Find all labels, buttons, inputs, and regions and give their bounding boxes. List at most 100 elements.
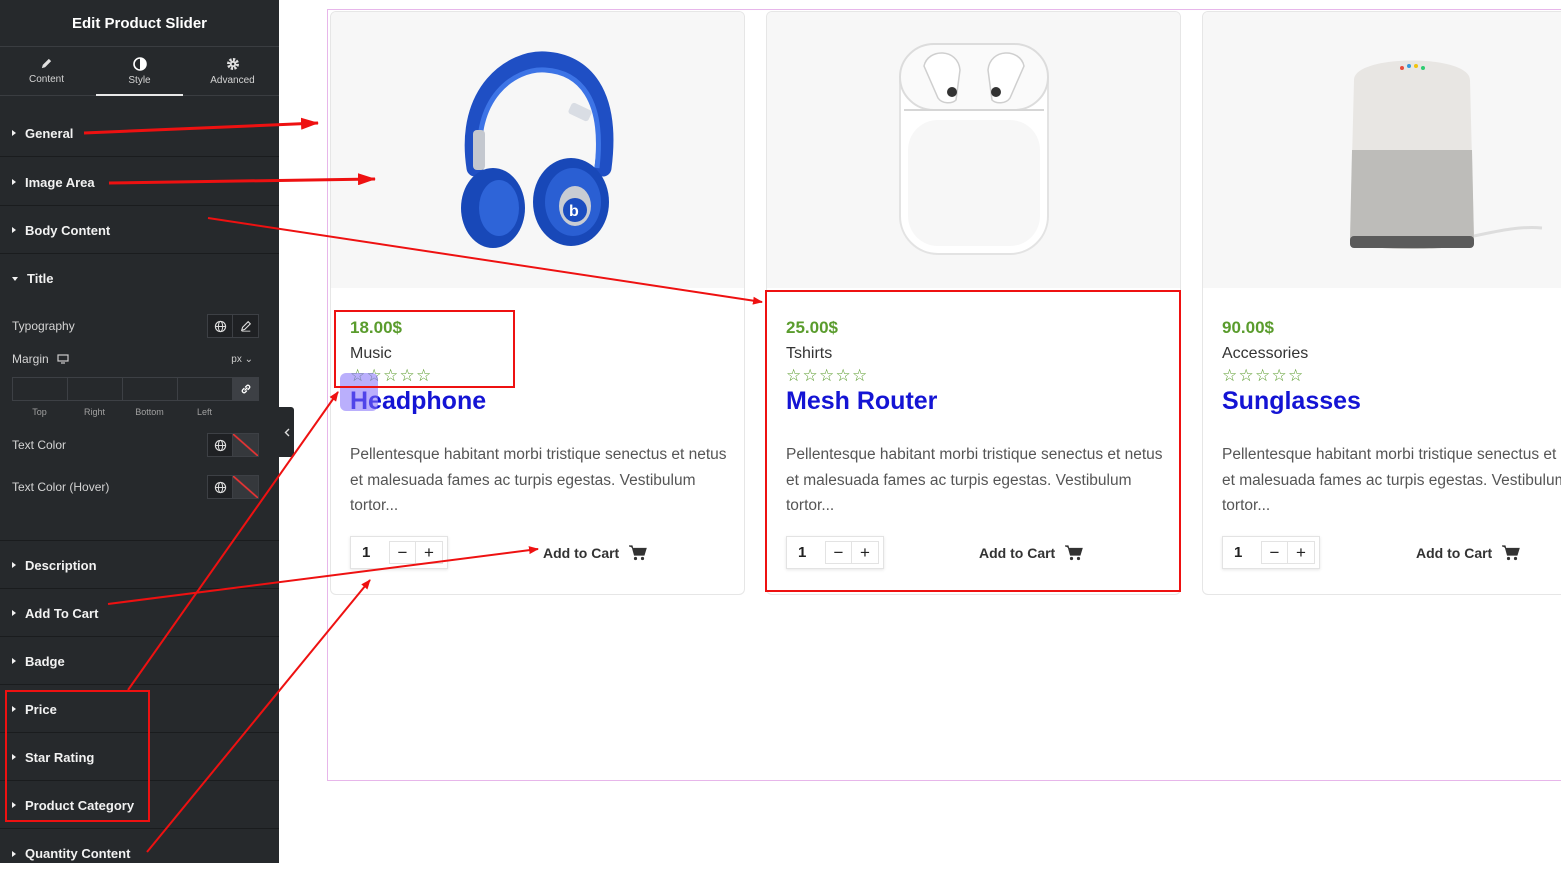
headphone-image: b [460,51,613,248]
globe-icon[interactable] [207,314,233,338]
section-price[interactable]: Price [0,686,279,733]
tab-advanced[interactable]: Advanced [186,47,279,95]
cart-icon [1065,545,1084,561]
cart-icon [1502,545,1521,561]
quantity-value[interactable]: 1 [787,544,825,561]
desktop-icon[interactable] [57,354,69,364]
section-body-content[interactable]: Body Content [0,207,279,254]
caret-right-icon [12,562,16,568]
caret-right-icon [12,227,16,233]
star-icon: ☆ [819,366,835,385]
add-to-cart-button[interactable]: Add to Cart [1416,545,1521,561]
section-description[interactable]: Description [0,542,279,589]
caret-right-icon [12,754,16,760]
caret-right-icon [12,706,16,712]
star-rating: ☆ ☆ ☆ ☆ ☆ [1222,367,1305,384]
product-price: 18.00$ [350,318,402,337]
color-swatch-hover[interactable] [233,475,259,499]
svg-text:b: b [569,203,579,220]
tab-style[interactable]: Style [93,47,186,96]
margin-side-labels: Top Right Bottom Left [12,407,232,417]
product-title[interactable]: Mesh Router [786,387,937,416]
margin-unit-value: px [231,353,242,365]
quantity-value[interactable]: 1 [1223,544,1261,561]
margin-bottom-input[interactable] [122,377,177,401]
section-image-area[interactable]: Image Area [0,159,279,206]
increase-button[interactable]: + [416,541,443,564]
star-icon: ☆ [1238,366,1254,385]
section-label: Image Area [25,174,95,190]
decrease-button[interactable]: − [389,541,416,564]
section-quantity-content[interactable]: Quantity Content [0,830,279,877]
product-description: Pellentesque habitant morbi tristique se… [350,446,727,514]
star-icon: ☆ [399,366,415,385]
add-to-cart-label: Add to Cart [1416,545,1493,561]
caret-right-icon [12,658,16,664]
product-card[interactable]: b 18.00$ Music ☆ ☆ ☆ ☆ ☆ Headphone Pelle… [330,11,745,595]
section-label: Title [27,271,54,286]
section-general[interactable]: General [0,110,279,157]
add-to-cart-button[interactable]: Add to Cart [979,545,1084,561]
section-title[interactable]: Title [0,255,279,302]
section-badge[interactable]: Badge [0,638,279,685]
color-swatch[interactable] [233,433,259,457]
tab-advanced-label: Advanced [210,74,255,86]
margin-right-input[interactable] [67,377,122,401]
quantity-value[interactable]: 1 [351,544,389,561]
section-label: Body Content [25,222,111,238]
product-title[interactable]: Sunglasses [1222,387,1361,416]
product-card[interactable]: 90.00$ Accessories ☆ ☆ ☆ ☆ ☆ Sunglasses … [1202,11,1561,595]
collapse-panel-button[interactable] [279,407,294,457]
star-icon: ☆ [383,366,399,385]
decrease-button[interactable]: − [825,541,852,564]
section-label: Description [25,557,97,573]
product-category[interactable]: Music [350,345,392,363]
contrast-icon [132,56,147,71]
star-icon: ☆ [835,366,851,385]
product-price: 90.00$ [1222,318,1274,337]
gear-icon [226,57,239,70]
decrease-button[interactable]: − [1261,541,1288,564]
margin-bottom-label: Bottom [135,407,164,417]
add-to-cart-button[interactable]: Add to Cart [543,545,648,561]
product-description: Pellentesque habitant morbi tristique se… [786,446,1163,514]
tab-content-label: Content [28,74,65,85]
text-color-control: Text Color [12,433,259,457]
section-add-to-cart[interactable]: Add To Cart [0,590,279,637]
product-category[interactable]: Tshirts [786,345,832,363]
section-label: Add To Cart [25,605,99,621]
product-image[interactable] [1203,12,1561,288]
section-star-rating[interactable]: Star Rating [0,734,279,781]
star-rating: ☆ ☆ ☆ ☆ ☆ [786,367,869,384]
globe-icon[interactable] [207,475,233,499]
typography-control: Typography [12,314,259,338]
increase-button[interactable]: + [1288,541,1315,564]
product-image[interactable]: b [331,12,744,288]
text-color-hover-control: Text Color (Hover) [12,475,259,499]
increase-button[interactable]: + [852,541,879,564]
star-icon: ☆ [852,366,868,385]
section-product-category[interactable]: Product Category [0,782,279,829]
product-price: 25.00$ [786,318,838,337]
drag-handle[interactable] [340,373,378,411]
section-label: Star Rating [25,749,95,765]
tab-style-label: Style [128,74,151,86]
caret-right-icon [12,610,16,616]
product-card[interactable]: 25.00$ Tshirts ☆ ☆ ☆ ☆ ☆ Mesh Router Pel… [766,11,1181,595]
product-image[interactable] [767,12,1180,288]
globe-icon[interactable] [207,433,233,457]
add-to-cart-label: Add to Cart [543,545,620,561]
margin-unit-select[interactable]: px ⌄ [231,354,253,365]
margin-left-label: Left [196,407,212,417]
product-description: Pellentesque habitant morbi tristique se… [1222,446,1561,514]
typography-label: Typography [12,319,75,333]
margin-left-input[interactable] [177,377,232,401]
cart-icon [629,545,648,561]
tab-content[interactable]: Content [0,47,93,95]
margin-control-header: Margin px ⌄ [12,349,259,369]
margin-top-input[interactable] [12,377,67,401]
product-category[interactable]: Accessories [1222,345,1308,363]
edit-pencil-icon[interactable] [233,314,259,338]
star-icon: ☆ [1255,366,1271,385]
link-icon[interactable] [232,377,259,401]
